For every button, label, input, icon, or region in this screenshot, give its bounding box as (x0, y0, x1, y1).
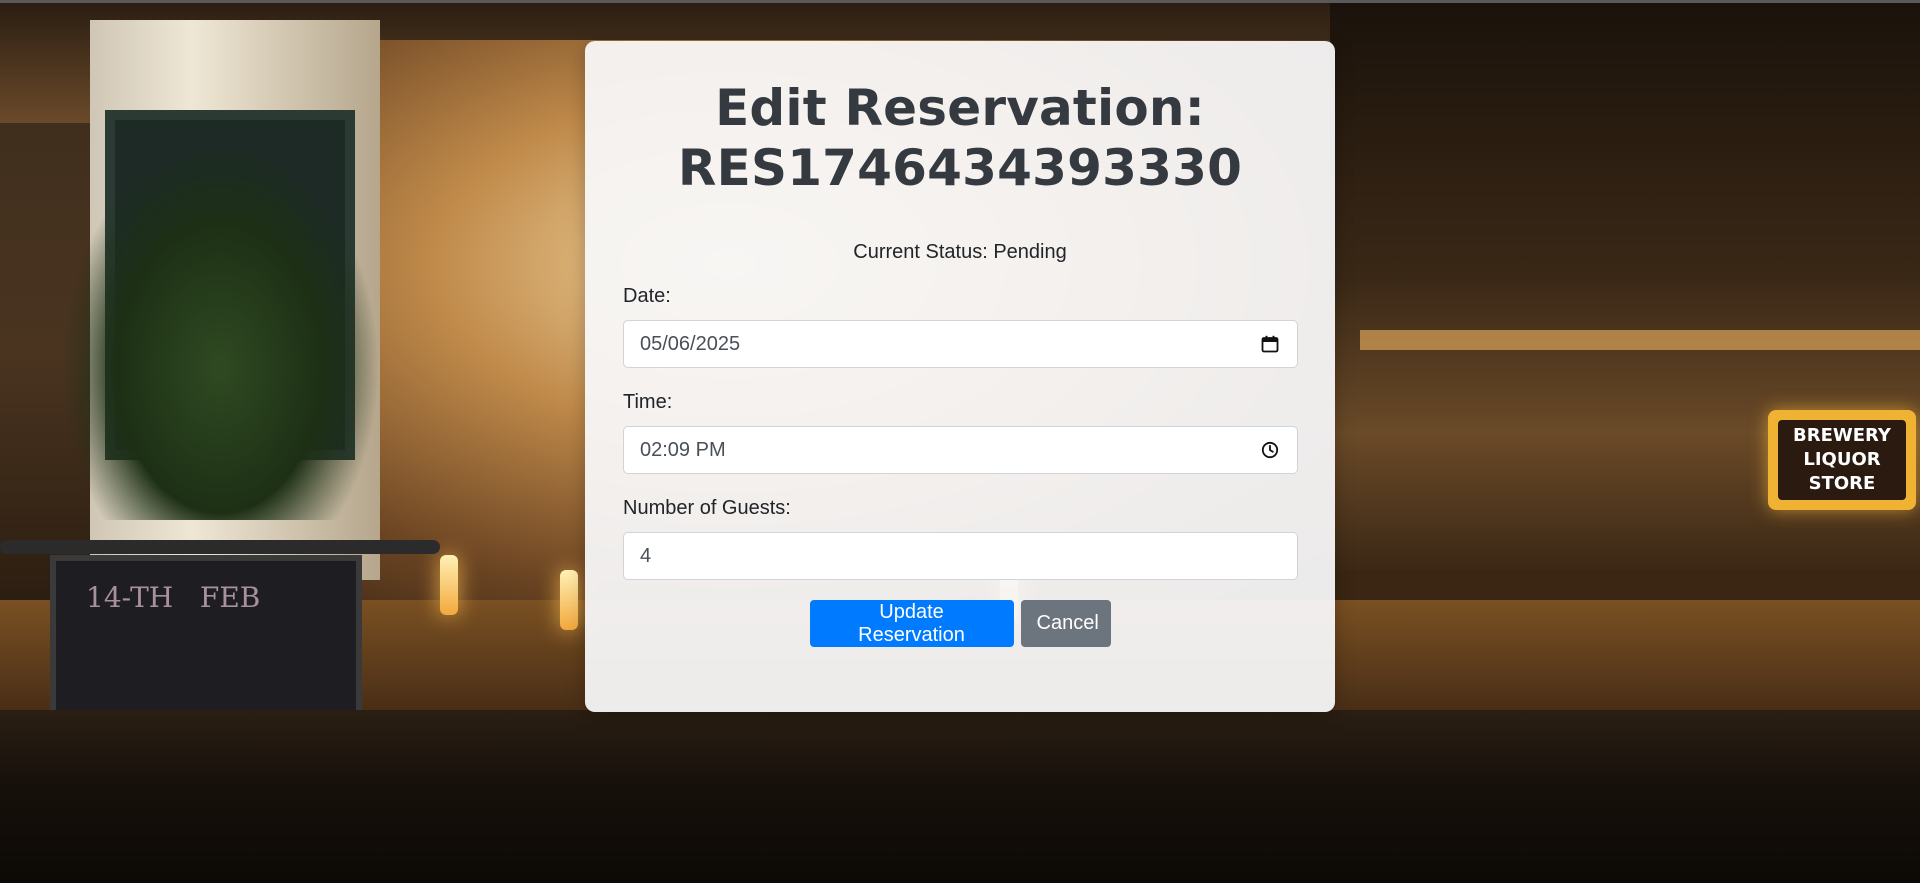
edit-reservation-card: Edit Reservation: RES1746434393330 Curre… (585, 41, 1335, 712)
window-top-border (0, 0, 1920, 3)
page-title: Edit Reservation: RES1746434393330 (623, 78, 1297, 198)
railing (0, 540, 440, 554)
chalk-text: 14-TH (86, 581, 174, 614)
update-reservation-button[interactable]: Update Reservation (809, 600, 1014, 647)
guests-field-group: Number of Guests: 4 (623, 496, 1298, 580)
sign-line: LIQUOR (1803, 449, 1881, 470)
current-status: Current Status: Pending (853, 241, 1067, 263)
sign-line: STORE (1808, 473, 1876, 494)
guests-label: Number of Guests: (623, 497, 791, 519)
action-buttons: Update Reservation Cancel (623, 600, 1297, 647)
floor-lamp (560, 570, 578, 630)
title-line-1: Edit Reservation: (715, 79, 1205, 137)
calendar-icon[interactable] (1259, 333, 1281, 355)
date-label: Date: (623, 285, 671, 307)
clock-icon[interactable] (1259, 439, 1281, 461)
date-input[interactable]: 05/06/2025 (623, 320, 1298, 368)
guests-value: 4 (640, 544, 652, 567)
time-input[interactable]: 02:09 PM (623, 426, 1298, 474)
date-field-group: Date: 05/06/2025 (623, 284, 1298, 368)
time-field-group: Time: 02:09 PM (623, 390, 1298, 474)
bar-shelf (1360, 330, 1920, 350)
date-value: 05/06/2025 (640, 332, 741, 355)
plant (60, 140, 380, 520)
guests-input[interactable]: 4 (623, 532, 1298, 580)
reservation-id: RES1746434393330 (677, 139, 1243, 197)
chalk-text: FEB (199, 581, 261, 614)
table-top (0, 710, 1920, 883)
floor-lamp (440, 555, 458, 615)
sign-line: BREWERY (1793, 425, 1891, 446)
time-label: Time: (623, 391, 673, 413)
brewery-sign: BREWERY LIQUOR STORE (1768, 410, 1916, 510)
time-value: 02:09 PM (640, 438, 726, 461)
cancel-button[interactable]: Cancel (1020, 600, 1111, 647)
bar-area (1330, 0, 1920, 620)
